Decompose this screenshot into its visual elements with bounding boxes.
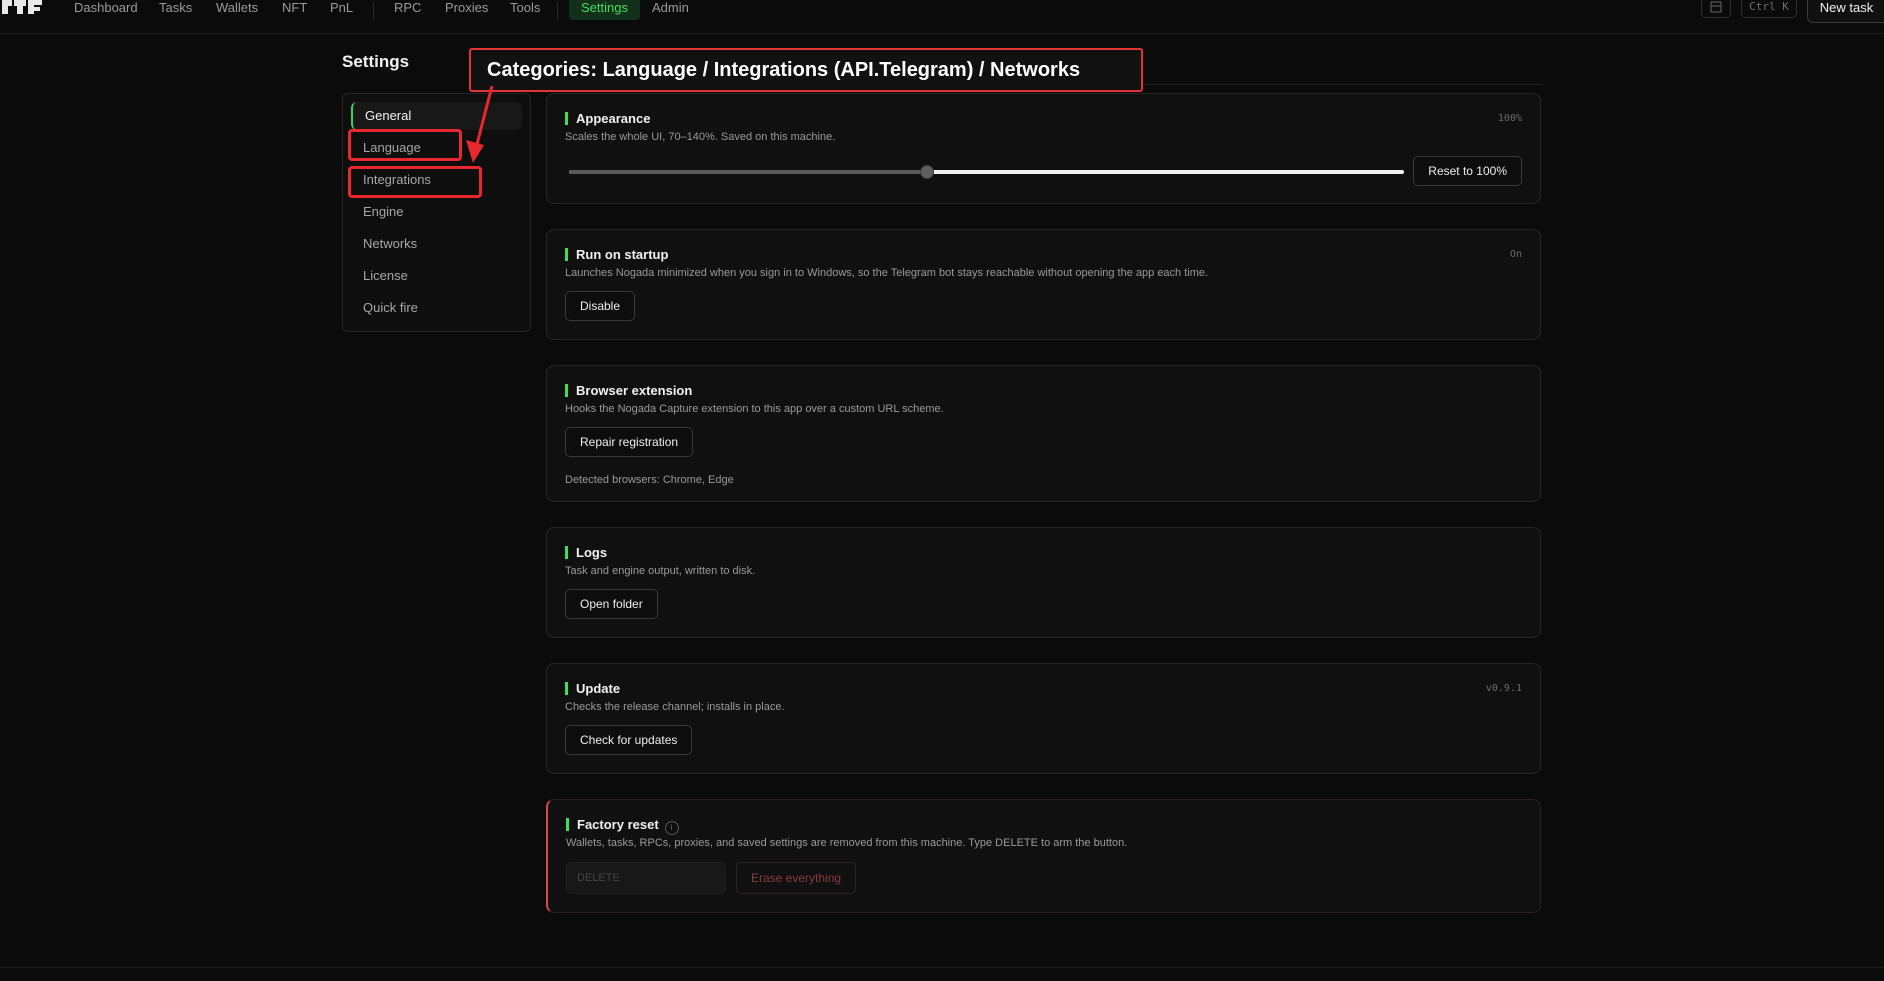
detected-browsers: Detected browsers: Chrome, Edge (565, 474, 734, 486)
run-on-startup-card: Run on startup Launches Nogada minimized… (546, 229, 1541, 340)
new-task-button[interactable]: New task (1807, 0, 1884, 23)
nav-divider (557, 2, 558, 20)
reset-scale-button[interactable]: Reset to 100% (1413, 156, 1522, 186)
update-description: Checks the release channel; installs in … (565, 701, 785, 713)
highlight-language (348, 129, 462, 161)
ui-scale-slider[interactable] (569, 165, 1404, 179)
extension-description: Hooks the Nogada Capture extension to th… (565, 403, 944, 415)
update-card: Update Checks the release channel; insta… (546, 663, 1541, 774)
nav-rpc[interactable]: RPC (391, 0, 424, 20)
startup-description: Launches Nogada minimized when you sign … (565, 267, 1209, 279)
factory-reset-card: Factory reset i Wallets, tasks, RPCs, pro… (546, 799, 1541, 913)
top-nav-bar: Dashboard Tasks Wallets NFT PnL RPC Prox… (0, 0, 1884, 34)
nav-nft[interactable]: NFT (279, 0, 310, 20)
appearance-card: Appearance Scales the whole UI, 70–140%.… (546, 93, 1541, 204)
page-title: Settings (342, 52, 410, 71)
ui-scale-value: 100% (1497, 113, 1522, 124)
update-title: Update (565, 681, 620, 696)
nav-tasks[interactable]: Tasks (156, 0, 195, 20)
sidebar-item-networks[interactable]: Networks (351, 230, 522, 258)
open-folder-button[interactable]: Open folder (565, 589, 658, 619)
sidebar-item-engine[interactable]: Engine (351, 198, 522, 226)
slider-fill (569, 170, 927, 174)
layout-toggle-icon[interactable] (1701, 0, 1731, 18)
logs-title: Logs (565, 545, 607, 560)
sidebar-item-quick-fire[interactable]: Quick fire (351, 294, 522, 322)
check-updates-button[interactable]: Check for updates (565, 725, 693, 755)
info-icon[interactable]: i (664, 821, 679, 835)
nav-tools[interactable]: Tools (507, 0, 543, 20)
factory-reset-title-text: Factory reset (577, 817, 659, 832)
annotation-arrow-icon (466, 86, 494, 163)
version-label: v0.9.1 (1485, 683, 1522, 694)
nav-proxies[interactable]: Proxies (442, 0, 491, 20)
logs-description: Task and engine output, written to disk. (565, 565, 756, 577)
status-bar-divider (0, 967, 1884, 968)
slider-thumb[interactable] (919, 165, 934, 179)
factory-reset-title: Factory reset i (566, 817, 679, 835)
appearance-title: Appearance (565, 111, 650, 126)
startup-title: Run on startup (565, 247, 668, 262)
browser-extension-card: Browser extension Hooks the Nogada Captu… (546, 365, 1541, 502)
startup-status: On (1509, 249, 1522, 260)
delete-confirmation-input[interactable] (566, 862, 726, 894)
sidebar-item-license[interactable]: License (351, 262, 522, 290)
extension-title: Browser extension (565, 383, 692, 398)
app-logo[interactable] (0, 0, 46, 20)
annotation-text: Categories: Language / Integrations (API… (487, 59, 1081, 81)
nav-settings[interactable]: Settings (569, 0, 640, 20)
highlight-integrations (348, 166, 482, 198)
appearance-description: Scales the whole UI, 70–140%. Saved on t… (565, 131, 836, 143)
factory-reset-description: Wallets, tasks, RPCs, proxies, and saved… (566, 837, 1128, 849)
nav-dashboard[interactable]: Dashboard (71, 0, 141, 20)
disable-startup-button[interactable]: Disable (565, 291, 636, 321)
nav-admin[interactable]: Admin (649, 0, 692, 20)
nav-pnl[interactable]: PnL (327, 0, 356, 20)
nav-divider (373, 2, 374, 20)
annotation-callout: Categories: Language / Integrations (API… (469, 48, 1143, 92)
logs-card: Logs Task and engine output, written to … (546, 527, 1541, 638)
command-palette-shortcut[interactable]: Ctrl K (1741, 0, 1797, 18)
erase-everything-button[interactable]: Erase everything (736, 862, 857, 894)
repair-registration-button[interactable]: Repair registration (565, 427, 694, 457)
nav-wallets[interactable]: Wallets (213, 0, 261, 20)
